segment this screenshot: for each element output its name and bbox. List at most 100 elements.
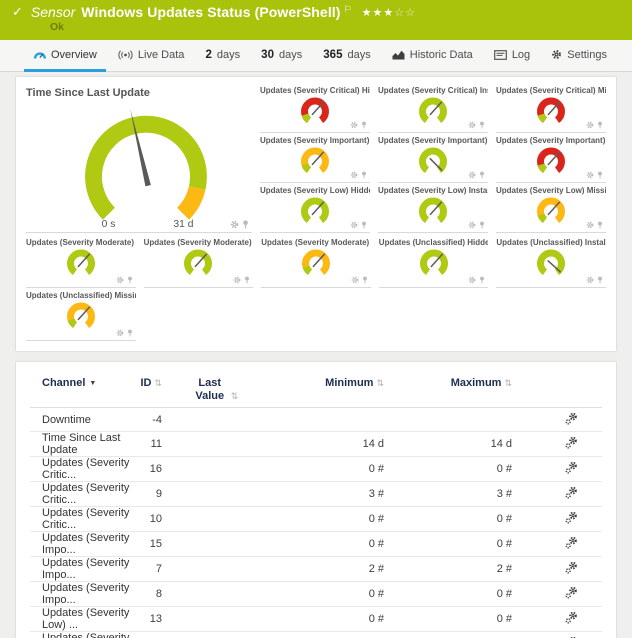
gauge-settings-icon[interactable] <box>116 276 124 284</box>
channel-gauge-tile[interactable]: Updates (Severity Important) ... <box>260 133 370 183</box>
tab-label: Settings <box>567 49 607 61</box>
channel-minimum: 0 # <box>265 607 387 632</box>
gauge-settings-icon[interactable] <box>350 221 358 229</box>
channel-gauge-tile[interactable]: Updates (Severity Important) ... <box>378 133 488 183</box>
table-row: Time Since Last Update 11 14 d 14 d <box>30 432 602 457</box>
main-gauge-tile[interactable]: Time Since Last Update 0 s 31 d <box>26 83 252 233</box>
gauge-settings-icon[interactable] <box>586 121 594 129</box>
tab-live-data[interactable]: Live Data <box>109 40 193 72</box>
gauge-settings-icon[interactable] <box>586 221 594 229</box>
column-header-maximum[interactable]: Maximum⇅ <box>387 371 515 408</box>
gauge-settings-icon[interactable] <box>233 276 241 284</box>
pin-icon[interactable] <box>597 221 603 229</box>
gauge-settings-icon[interactable] <box>468 221 476 229</box>
channel-name[interactable]: Updates (Severity Low) ... <box>30 607 135 632</box>
channel-name[interactable]: Updates (Severity Low) ... <box>30 632 135 638</box>
channel-gauge-tile[interactable]: Updates (Severity Important) ... <box>496 133 606 183</box>
gauge-title: Updates (Severity Low) Missi... <box>496 186 606 195</box>
pin-icon[interactable] <box>597 276 603 284</box>
column-header-minimum[interactable]: Minimum⇅ <box>265 371 387 408</box>
pin-icon[interactable] <box>361 121 367 129</box>
channel-gauge-tile[interactable]: Updates (Severity Moderate) I... <box>144 235 254 288</box>
channel-gauge-tile[interactable]: Updates (Unclassified) Missing <box>26 288 136 341</box>
gauge-settings-icon[interactable] <box>586 171 594 179</box>
gauge-settings-icon[interactable] <box>350 121 358 129</box>
channel-gauge-tile[interactable]: Updates (Severity Low) Install... <box>378 183 488 233</box>
channel-gauge-tile[interactable]: Updates (Severity Critical) Mi... <box>496 83 606 133</box>
pin-icon[interactable] <box>244 276 250 284</box>
tab-label: Log <box>512 49 530 61</box>
gauge-settings-icon[interactable] <box>586 276 594 284</box>
gauge-settings-icon[interactable] <box>230 220 239 229</box>
channel-name[interactable]: Updates (Severity Critic... <box>30 507 135 532</box>
channel-name[interactable]: Updates (Severity Impo... <box>30 532 135 557</box>
gauge-settings-icon[interactable] <box>116 329 124 337</box>
tab-days[interactable]: 2 days <box>196 40 249 72</box>
pin-icon[interactable] <box>127 329 133 337</box>
gauge-title: Updates (Unclassified) Missing <box>26 291 136 300</box>
channel-gauge-tile[interactable]: Updates (Severity Critical) Hi... <box>260 83 370 133</box>
channel-settings-icon[interactable] <box>565 412 578 425</box>
channel-gauge-tile[interactable]: Updates (Severity Low) Missi... <box>496 183 606 233</box>
channel-id: 10 <box>135 507 165 532</box>
priority-stars[interactable]: ★★★☆☆ <box>362 6 416 19</box>
tab-settings[interactable]: Settings <box>542 40 616 72</box>
channel-name[interactable]: Updates (Severity Impo... <box>30 557 135 582</box>
pin-icon[interactable] <box>127 276 133 284</box>
column-header-last-value[interactable]: Last Value⇅ <box>165 371 265 408</box>
channel-settings-icon[interactable] <box>565 436 578 449</box>
channel-gauge-tile[interactable]: Updates (Severity Moderate) ... <box>261 235 371 288</box>
pin-icon[interactable] <box>479 221 485 229</box>
tab-overview[interactable]: Overview <box>24 40 106 72</box>
column-header-id[interactable]: ID⇅ <box>135 371 165 408</box>
channel-settings-icon[interactable] <box>565 536 578 549</box>
pin-icon[interactable] <box>361 171 367 179</box>
channel-name[interactable]: Updates (Severity Critic... <box>30 482 135 507</box>
channel-gauge-tile[interactable]: Updates (Unclassified) Install... <box>496 235 606 288</box>
channel-settings-icon[interactable] <box>565 611 578 624</box>
pin-icon[interactable] <box>479 171 485 179</box>
gauge-settings-icon[interactable] <box>351 276 359 284</box>
channel-name[interactable]: Downtime <box>30 408 135 432</box>
pin-icon[interactable] <box>479 121 485 129</box>
column-header-channel[interactable]: Channel▼ <box>30 371 135 408</box>
pin-icon[interactable] <box>597 171 603 179</box>
tab-days[interactable]: 30 days <box>252 40 311 72</box>
gauge-settings-icon[interactable] <box>468 171 476 179</box>
channel-settings-icon[interactable] <box>565 511 578 524</box>
flag-icon[interactable]: ⚐ <box>344 4 352 15</box>
pin-icon[interactable] <box>597 121 603 129</box>
main-gauge: 0 s 31 d <box>52 97 240 230</box>
channel-settings-icon[interactable] <box>565 586 578 599</box>
gauge-title: Updates (Unclassified) Hidden <box>379 238 489 247</box>
channel-maximum: 0 # <box>387 632 515 638</box>
channel-gauge <box>528 248 574 278</box>
channel-gauge-tile[interactable]: Updates (Severity Critical) Ins... <box>378 83 488 133</box>
channel-name[interactable]: Updates (Severity Critic... <box>30 457 135 482</box>
pin-icon[interactable] <box>362 276 368 284</box>
pin-icon[interactable] <box>479 276 485 284</box>
channel-maximum: 0 # <box>387 457 515 482</box>
channel-settings-icon[interactable] <box>565 461 578 474</box>
channel-name[interactable]: Updates (Severity Impo... <box>30 582 135 607</box>
pin-icon[interactable] <box>361 221 367 229</box>
channel-gauge <box>292 96 338 126</box>
channel-settings-icon[interactable] <box>565 486 578 499</box>
channel-id: -4 <box>135 408 165 432</box>
tab-number: 365 <box>323 49 342 61</box>
channel-settings-icon[interactable] <box>565 561 578 574</box>
channel-gauge-tile[interactable]: Updates (Severity Low) Hidden <box>260 183 370 233</box>
channel-name[interactable]: Time Since Last Update <box>30 432 135 457</box>
tab-historic-data[interactable]: Historic Data <box>383 40 482 72</box>
tab-log[interactable]: Log <box>485 40 539 72</box>
gauge-settings-icon[interactable] <box>350 171 358 179</box>
gauge-title: Updates (Severity Moderate) ... <box>261 238 371 247</box>
gauge-title: Updates (Severity Critical) Ins... <box>378 86 488 95</box>
gauge-settings-icon[interactable] <box>468 121 476 129</box>
channel-gauge-tile[interactable]: Updates (Unclassified) Hidden <box>379 235 489 288</box>
main-gauge-min-label: 0 s <box>102 219 116 230</box>
channel-gauge-tile[interactable]: Updates (Severity Moderate) ... <box>26 235 136 288</box>
tab-days[interactable]: 365 days <box>314 40 379 72</box>
gauge-settings-icon[interactable] <box>468 276 476 284</box>
pin-icon[interactable] <box>242 220 249 229</box>
